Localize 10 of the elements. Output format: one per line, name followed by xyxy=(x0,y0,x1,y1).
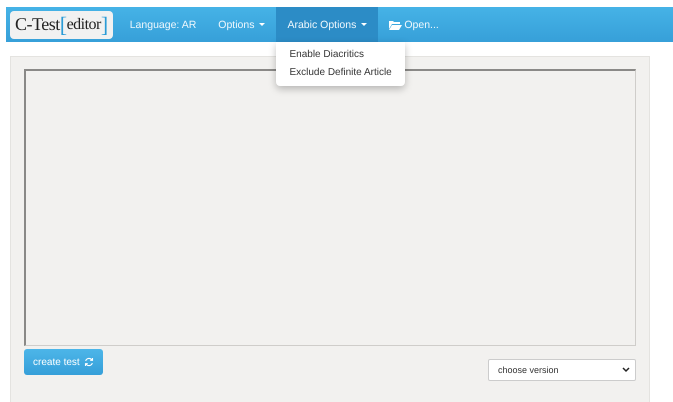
refresh-icon xyxy=(84,357,94,367)
caret-icon xyxy=(361,23,368,26)
menu-item[interactable]: Exclude Definite Article xyxy=(276,64,405,82)
version-select[interactable]: choose version xyxy=(488,359,636,381)
caret-icon xyxy=(259,23,266,26)
chevron-down-icon xyxy=(622,367,630,373)
text-area[interactable] xyxy=(24,69,636,346)
menu-item[interactable]: Enable Diacritics xyxy=(276,46,405,64)
logo[interactable]: C-Test[editor] xyxy=(10,10,113,38)
folder-icon xyxy=(389,20,402,30)
